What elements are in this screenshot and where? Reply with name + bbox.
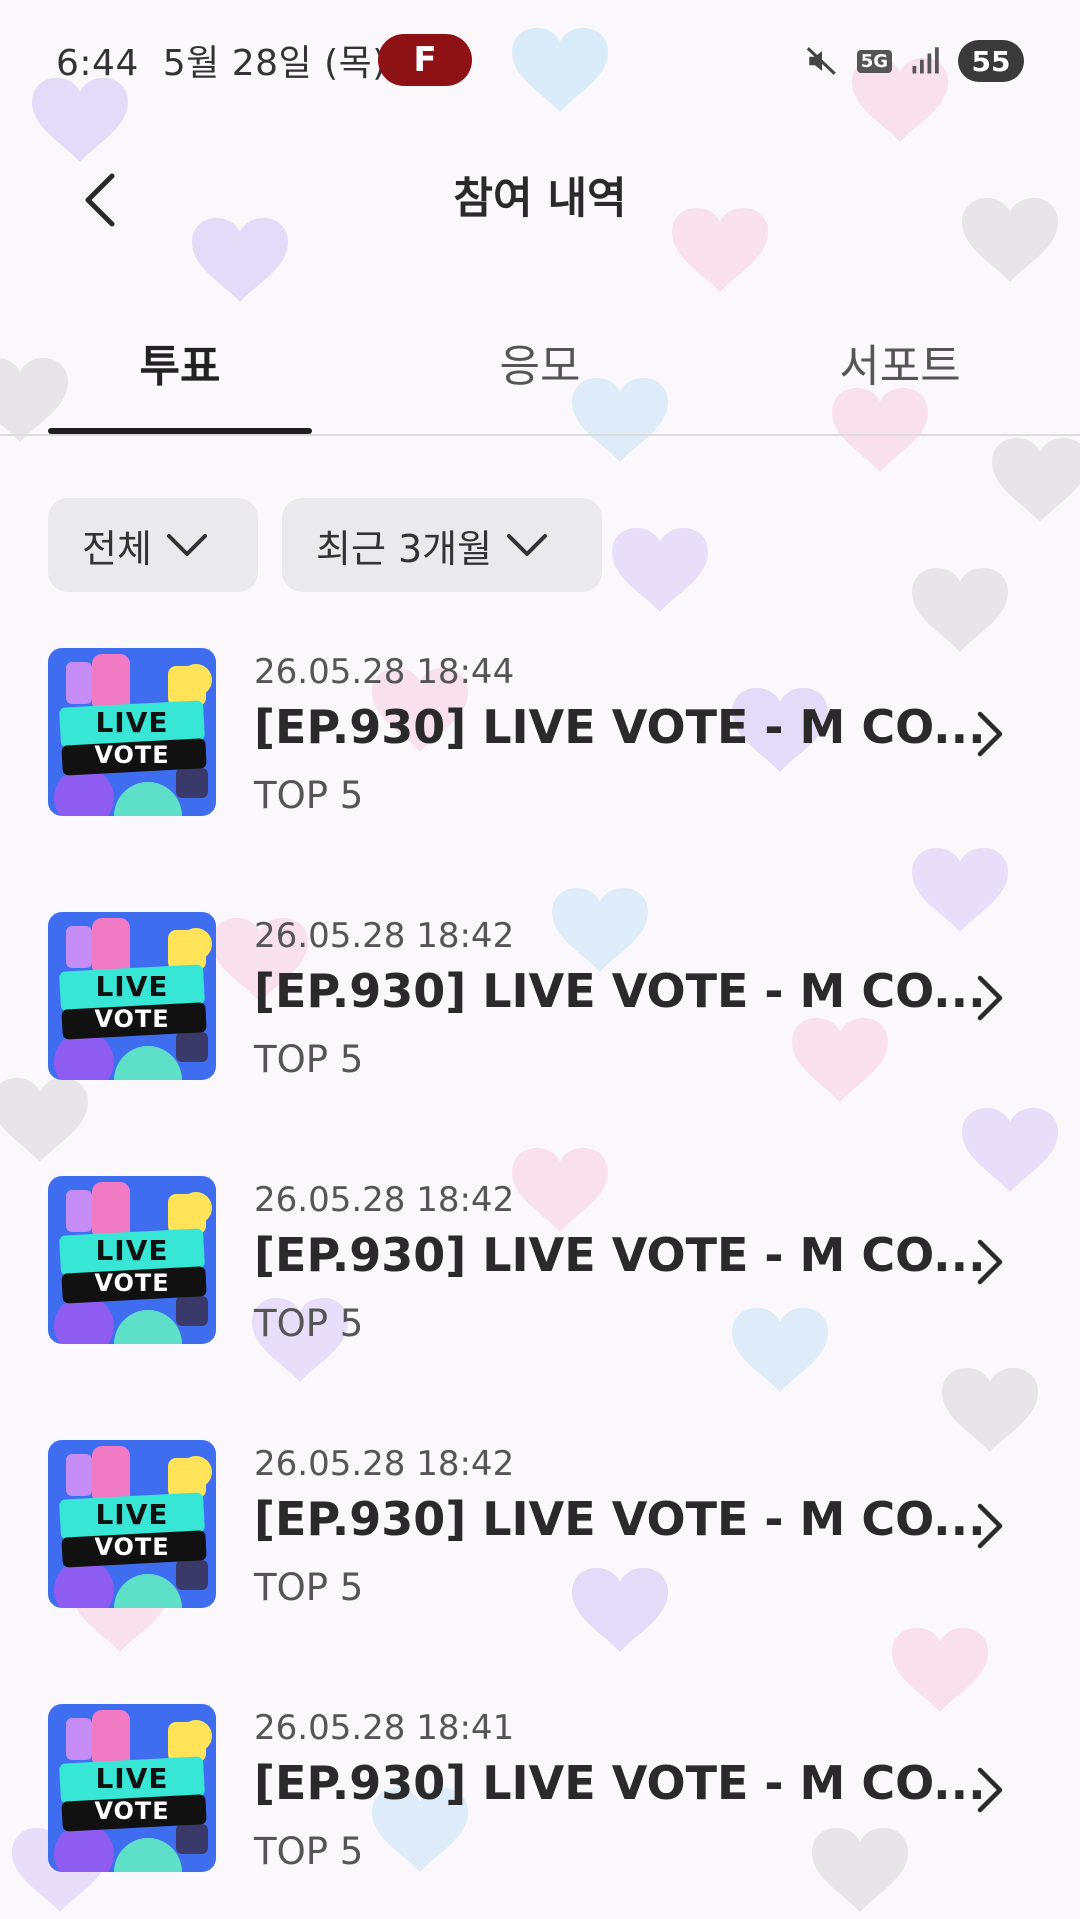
list-item[interactable]: LIVE VOTE 26.05.28 18:42 [EP.930] LIVE VOTE…	[0, 1176, 1080, 1366]
category-filter-label: 전체	[82, 526, 152, 571]
thumb-text-vote: VOTE	[94, 1797, 170, 1825]
tab-divider	[0, 434, 1080, 436]
thumb-text-vote: VOTE	[94, 1533, 170, 1561]
chevron-right-icon	[977, 1239, 1003, 1285]
mute-icon	[806, 47, 836, 75]
app-badge-letter: F	[413, 40, 437, 80]
chevron-down-icon	[166, 534, 207, 556]
vote-title: [EP.930] LIVE VOTE - M CO...	[254, 700, 986, 754]
period-filter-dropdown[interactable]: 최근 3개월	[282, 498, 602, 592]
app-notification-badge: F	[378, 34, 472, 86]
page-title: 참여 내역	[453, 174, 627, 224]
status-date: 5월 28일 (목)	[162, 43, 387, 84]
signal-icon	[912, 47, 939, 74]
chevron-right-icon	[977, 711, 1003, 757]
category-filter-dropdown[interactable]: 전체	[48, 498, 258, 592]
thumb-text-vote: VOTE	[94, 1005, 170, 1033]
chevron-right-icon	[977, 975, 1003, 1021]
thumb-text-vote: VOTE	[94, 741, 170, 769]
tab-entry[interactable]: 응모	[408, 330, 672, 394]
tab-entry-label: 응모	[499, 341, 581, 392]
list-item[interactable]: LIVE VOTE 26.05.28 18:41 [EP.930] LIVE VOTE…	[0, 1704, 1080, 1894]
list-item[interactable]: LIVE VOTE 26.05.28 18:44 [EP.930] LIVE VOTE…	[0, 648, 1080, 838]
vote-thumbnail: LIVE VOTE	[48, 912, 216, 1080]
tab-vote-label: 투표	[139, 341, 221, 392]
network-5g-icon: 5G	[856, 49, 892, 73]
tab-support-label: 서포트	[839, 341, 961, 392]
vote-date: 26.05.28 18:42	[254, 1444, 515, 1484]
list-item[interactable]: LIVE VOTE 26.05.28 18:42 [EP.930] LIVE VOTE…	[0, 912, 1080, 1102]
vote-thumbnail: LIVE VOTE	[48, 1704, 216, 1872]
status-time: 6:44 5월 28일 (목)	[56, 34, 387, 86]
period-filter-label: 최근 3개월	[316, 526, 493, 571]
vote-rank: TOP 5	[254, 1038, 364, 1081]
chevron-down-icon	[507, 534, 548, 556]
vote-title: [EP.930] LIVE VOTE - M CO...	[254, 964, 986, 1018]
vote-date: 26.05.28 18:41	[254, 1708, 515, 1748]
vote-rank: TOP 5	[254, 774, 364, 817]
vote-thumbnail: LIVE VOTE	[48, 1176, 216, 1344]
vote-title: [EP.930] LIVE VOTE - M CO...	[254, 1228, 986, 1282]
thumb-text-live: LIVE	[95, 1762, 169, 1795]
tab-vote[interactable]: 투표	[48, 330, 312, 394]
vote-rank: TOP 5	[254, 1566, 364, 1609]
thumb-text-live: LIVE	[95, 1234, 169, 1267]
status-clock: 6:44	[56, 43, 139, 84]
tab-bar: 투표 응모 서포트	[0, 320, 1080, 436]
vote-date: 26.05.28 18:44	[254, 652, 515, 692]
thumb-text-live: LIVE	[95, 706, 169, 739]
vote-title: [EP.930] LIVE VOTE - M CO...	[254, 1492, 986, 1546]
vote-thumbnail: LIVE VOTE	[48, 648, 216, 816]
thumb-text-live: LIVE	[95, 970, 169, 1003]
thumb-text-vote: VOTE	[94, 1269, 170, 1297]
chevron-right-icon	[977, 1767, 1003, 1813]
chevron-right-icon	[977, 1503, 1003, 1549]
vote-date: 26.05.28 18:42	[254, 1180, 515, 1220]
status-icons: 5G 55	[805, 38, 1024, 84]
vote-thumbnail: LIVE VOTE	[48, 1440, 216, 1608]
battery-indicator: 55	[958, 40, 1024, 82]
vote-rank: TOP 5	[254, 1830, 364, 1873]
thumb-text-live: LIVE	[95, 1498, 169, 1531]
list-item[interactable]: LIVE VOTE 26.05.28 18:42 [EP.930] LIVE VOTE…	[0, 1440, 1080, 1630]
tab-support[interactable]: 서포트	[768, 330, 1032, 394]
vote-title: [EP.930] LIVE VOTE - M CO...	[254, 1756, 986, 1810]
battery-level: 55	[971, 44, 1011, 78]
vote-date: 26.05.28 18:42	[254, 916, 515, 956]
vote-rank: TOP 5	[254, 1302, 364, 1345]
status-bar: 6:44 5월 28일 (목) F 5G 55	[0, 0, 1080, 120]
